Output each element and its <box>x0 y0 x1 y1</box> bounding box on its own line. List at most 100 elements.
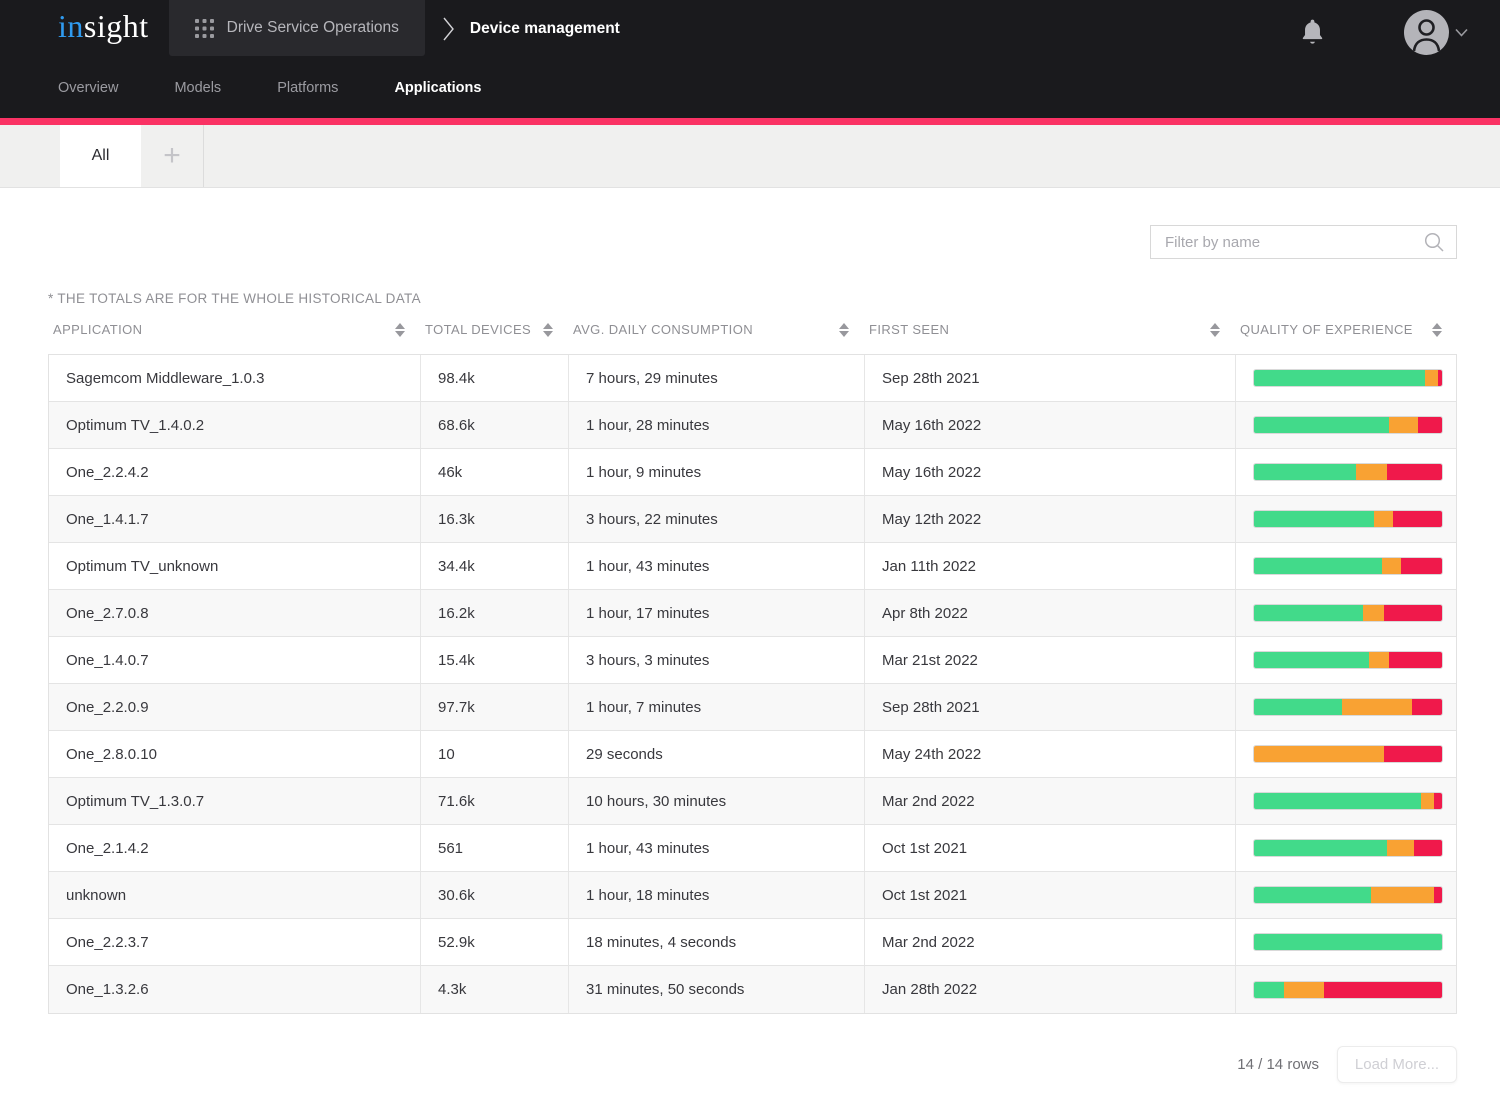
qoe-segment-poor <box>1384 746 1442 762</box>
qoe-segment-fair <box>1425 370 1438 386</box>
cell-quality-of-experience <box>1236 919 1458 965</box>
cell-avg-daily-consumption: 3 hours, 22 minutes <box>569 496 865 542</box>
column-header-application[interactable]: APPLICATION <box>48 314 420 345</box>
table-row[interactable]: Optimum TV_unknown 34.4k 1 hour, 43 minu… <box>49 543 1456 590</box>
cell-first-seen: Sep 28th 2021 <box>865 355 1236 401</box>
qoe-bar <box>1253 792 1443 810</box>
qoe-segment-good <box>1254 934 1442 950</box>
table-row[interactable]: Optimum TV_1.3.0.7 71.6k 10 hours, 30 mi… <box>49 778 1456 825</box>
cell-first-seen: Mar 2nd 2022 <box>865 778 1236 824</box>
table-row[interactable]: Sagemcom Middleware_1.0.3 98.4k 7 hours,… <box>49 355 1456 402</box>
totals-note: * THE TOTALS ARE FOR THE WHOLE HISTORICA… <box>48 291 1457 306</box>
grid-icon <box>195 19 214 38</box>
column-header-avg-daily-consumption[interactable]: AVG. DAILY CONSUMPTION <box>568 314 864 345</box>
qoe-segment-fair <box>1374 511 1393 527</box>
tab-all[interactable]: All <box>60 125 141 187</box>
qoe-segment-fair <box>1254 746 1384 762</box>
app-header: insight Drive Service Operations Device … <box>0 0 1500 118</box>
table-row[interactable]: One_2.2.0.9 97.7k 1 hour, 7 minutes Sep … <box>49 684 1456 731</box>
cell-quality-of-experience <box>1236 684 1458 730</box>
cell-application: One_2.1.4.2 <box>49 825 421 871</box>
qoe-segment-poor <box>1414 840 1442 856</box>
cell-total-devices: 71.6k <box>421 778 569 824</box>
qoe-bar <box>1253 933 1443 951</box>
cell-avg-daily-consumption: 1 hour, 43 minutes <box>569 543 865 589</box>
app-switcher-button[interactable]: Drive Service Operations <box>169 0 425 56</box>
qoe-segment-good <box>1254 605 1363 621</box>
cell-first-seen: Jan 11th 2022 <box>865 543 1236 589</box>
bell-icon <box>1299 18 1326 47</box>
cell-first-seen: Sep 28th 2021 <box>865 684 1236 730</box>
main-content: * THE TOTALS ARE FOR THE WHOLE HISTORICA… <box>0 225 1500 1083</box>
cell-total-devices: 30.6k <box>421 872 569 918</box>
cell-total-devices: 46k <box>421 449 569 495</box>
qoe-segment-poor <box>1438 370 1442 386</box>
qoe-bar <box>1253 745 1443 763</box>
cell-application: One_2.2.3.7 <box>49 919 421 965</box>
table-row[interactable]: One_1.3.2.6 4.3k 31 minutes, 50 seconds … <box>49 966 1456 1013</box>
cell-first-seen: Oct 1st 2021 <box>865 825 1236 871</box>
nav-item-platforms[interactable]: Platforms <box>277 80 338 96</box>
cell-avg-daily-consumption: 10 hours, 30 minutes <box>569 778 865 824</box>
cell-total-devices: 16.2k <box>421 590 569 636</box>
table-row[interactable]: One_2.8.0.10 10 29 seconds May 24th 2022 <box>49 731 1456 778</box>
qoe-segment-fair <box>1363 605 1384 621</box>
nav-item-overview[interactable]: Overview <box>58 80 118 96</box>
qoe-segment-fair <box>1421 793 1434 809</box>
cell-total-devices: 68.6k <box>421 402 569 448</box>
column-label: TOTAL DEVICES <box>425 322 531 337</box>
cell-avg-daily-consumption: 3 hours, 3 minutes <box>569 637 865 683</box>
add-tab-button[interactable]: + <box>141 125 204 187</box>
qoe-bar <box>1253 698 1443 716</box>
qoe-bar <box>1253 604 1443 622</box>
sort-icon <box>395 323 405 337</box>
cell-avg-daily-consumption: 18 minutes, 4 seconds <box>569 919 865 965</box>
column-header-first-seen[interactable]: FIRST SEEN <box>864 314 1235 345</box>
cell-quality-of-experience <box>1236 543 1458 589</box>
table-row[interactable]: One_2.2.3.7 52.9k 18 minutes, 4 seconds … <box>49 919 1456 966</box>
cell-total-devices: 34.4k <box>421 543 569 589</box>
cell-quality-of-experience <box>1236 872 1458 918</box>
cell-application: Sagemcom Middleware_1.0.3 <box>49 355 421 401</box>
cell-total-devices: 98.4k <box>421 355 569 401</box>
qoe-segment-good <box>1254 982 1284 998</box>
table-row[interactable]: One_2.2.4.2 46k 1 hour, 9 minutes May 16… <box>49 449 1456 496</box>
cell-application: One_2.7.0.8 <box>49 590 421 636</box>
table-row[interactable]: One_2.1.4.2 561 1 hour, 43 minutes Oct 1… <box>49 825 1456 872</box>
table-row[interactable]: unknown 30.6k 1 hour, 18 minutes Oct 1st… <box>49 872 1456 919</box>
table-row[interactable]: One_1.4.0.7 15.4k 3 hours, 3 minutes Mar… <box>49 637 1456 684</box>
qoe-segment-good <box>1254 464 1356 480</box>
qoe-bar <box>1253 463 1443 481</box>
logo[interactable]: insight <box>58 8 149 44</box>
column-header-quality-of-experience[interactable]: QUALITY OF EXPERIENCE <box>1235 314 1457 345</box>
table-row[interactable]: One_2.7.0.8 16.2k 1 hour, 17 minutes Apr… <box>49 590 1456 637</box>
user-menu[interactable] <box>1404 10 1468 55</box>
table-header-row: APPLICATION TOTAL DEVICES AVG. DAILY CON… <box>48 314 1457 345</box>
table-row[interactable]: One_1.4.1.7 16.3k 3 hours, 22 minutes Ma… <box>49 496 1456 543</box>
table-footer: 14 / 14 rows Load More... <box>48 1046 1457 1083</box>
cell-first-seen: Mar 21st 2022 <box>865 637 1236 683</box>
table-row[interactable]: Optimum TV_1.4.0.2 68.6k 1 hour, 28 minu… <box>49 402 1456 449</box>
qoe-segment-fair <box>1371 887 1435 903</box>
notifications-button[interactable] <box>1299 18 1326 47</box>
app-switcher-label: Drive Service Operations <box>227 19 399 37</box>
cell-first-seen: Oct 1st 2021 <box>865 872 1236 918</box>
load-more-button[interactable]: Load More... <box>1337 1046 1457 1083</box>
logo-suffix: sight <box>84 8 149 44</box>
nav-item-applications[interactable]: Applications <box>394 80 481 96</box>
qoe-segment-good <box>1254 793 1421 809</box>
qoe-segment-poor <box>1389 652 1442 668</box>
user-avatar-icon <box>1404 10 1449 55</box>
sort-icon <box>839 323 849 337</box>
nav-item-models[interactable]: Models <box>174 80 221 96</box>
qoe-bar <box>1253 510 1443 528</box>
cell-avg-daily-consumption: 1 hour, 7 minutes <box>569 684 865 730</box>
cell-avg-daily-consumption: 1 hour, 18 minutes <box>569 872 865 918</box>
qoe-segment-poor <box>1401 558 1442 574</box>
applications-table: Sagemcom Middleware_1.0.3 98.4k 7 hours,… <box>48 354 1457 1014</box>
cell-first-seen: May 24th 2022 <box>865 731 1236 777</box>
column-header-total-devices[interactable]: TOTAL DEVICES <box>420 314 568 345</box>
accent-bar <box>0 118 1500 125</box>
qoe-segment-good <box>1254 840 1387 856</box>
filter-input[interactable] <box>1165 234 1423 251</box>
